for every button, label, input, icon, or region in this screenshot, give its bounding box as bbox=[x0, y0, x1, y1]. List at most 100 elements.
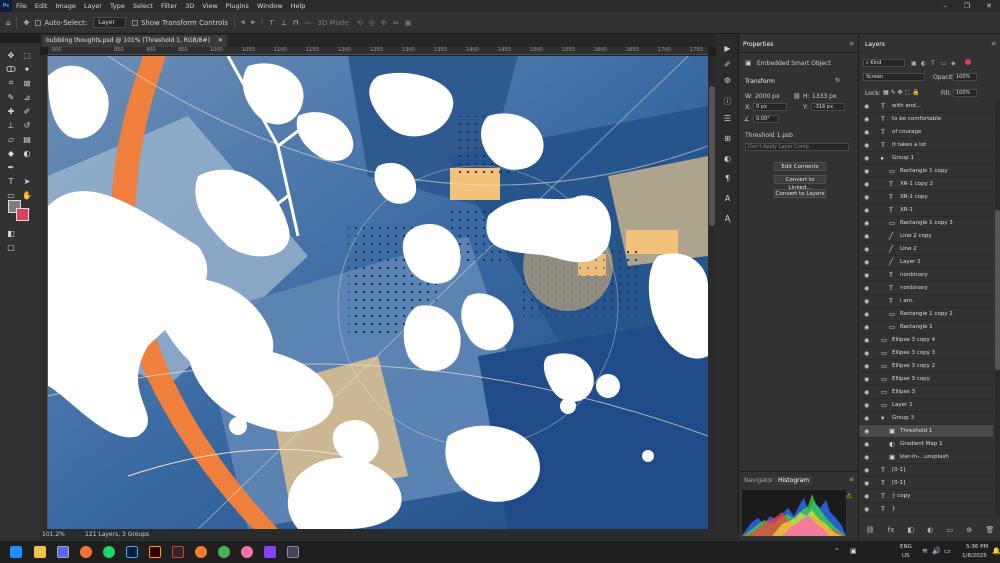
lasso-tool-icon[interactable]: ↀ bbox=[4, 63, 18, 75]
histogram-tab[interactable]: Histogram bbox=[775, 476, 813, 485]
volume-icon[interactable]: 🔊 bbox=[932, 547, 941, 555]
menu-help[interactable]: Help bbox=[287, 2, 310, 10]
layer-row[interactable]: ◉ Ti am. bbox=[859, 295, 993, 308]
add-mask-icon[interactable]: ◧ bbox=[907, 526, 914, 534]
artboard-tool-icon[interactable]: ⬚ bbox=[20, 49, 34, 61]
menu-filter[interactable]: Filter bbox=[157, 2, 181, 10]
filter-kind-select[interactable]: ⌕ Kind bbox=[863, 59, 905, 67]
firefox-icon[interactable] bbox=[80, 546, 92, 558]
layer-row[interactable]: ◉ Tit takes a lot bbox=[859, 139, 993, 152]
align-right-icon[interactable]: ⫶ bbox=[261, 18, 263, 27]
layer-row[interactable]: ◉ T [0-1] bbox=[859, 477, 993, 490]
edit-contents-button[interactable]: Edit Contents bbox=[774, 162, 826, 171]
magic-wand-icon[interactable]: ✦ bbox=[20, 63, 34, 75]
hand-tool-icon[interactable]: ✋ bbox=[20, 189, 34, 201]
layer-row[interactable]: ◉ T} bbox=[859, 503, 993, 516]
properties-tab[interactable]: Properties bbox=[743, 41, 773, 48]
layer-row[interactable]: ◉ Twith and... bbox=[859, 100, 993, 113]
menu-window[interactable]: Window bbox=[253, 2, 287, 10]
layer-row[interactable]: ◉ ◐ Gradient Map 1 bbox=[859, 438, 993, 451]
y-field[interactable]: -316 px bbox=[811, 103, 845, 111]
layer-row[interactable]: ◉ T XR-1 copy 2 bbox=[859, 178, 993, 191]
visibility-eye-icon[interactable]: ◉ bbox=[864, 415, 869, 422]
scroll-thumb[interactable] bbox=[995, 210, 1000, 370]
layer-row[interactable]: ◉ ▭ Ellipse 3 copy 3 bbox=[859, 347, 993, 360]
menu-type[interactable]: Type bbox=[106, 2, 129, 10]
tray-app-icon[interactable]: ▣ bbox=[850, 547, 857, 555]
more-options-icon[interactable]: ⋯ bbox=[304, 19, 311, 27]
layers-scrollbar[interactable] bbox=[995, 100, 1000, 516]
path-select-icon[interactable]: ➤ bbox=[20, 175, 34, 187]
wifi-icon[interactable]: ≋ bbox=[922, 547, 928, 555]
keyboard-layout[interactable]: US bbox=[902, 553, 910, 559]
filter-shape-icon[interactable]: ▭ bbox=[941, 60, 947, 67]
visibility-eye-icon[interactable]: ◉ bbox=[864, 350, 869, 357]
visibility-eye-icon[interactable]: ◉ bbox=[864, 207, 869, 214]
new-layer-icon[interactable]: ⊕ bbox=[966, 526, 972, 534]
visibility-eye-icon[interactable]: ◉ bbox=[864, 103, 869, 110]
layer-row[interactable]: ◉ ▭ Rectangle 1 bbox=[859, 321, 993, 334]
visibility-eye-icon[interactable]: ◉ bbox=[864, 454, 869, 461]
document-canvas[interactable] bbox=[48, 56, 708, 529]
pan-3d-icon[interactable]: ✣ bbox=[381, 19, 387, 27]
roll-3d-icon[interactable]: ◎ bbox=[369, 19, 375, 27]
layer-row[interactable]: ◉ Tnonbinary bbox=[859, 269, 993, 282]
eyedropper-icon[interactable]: ✎ bbox=[4, 91, 18, 103]
visibility-eye-icon[interactable]: ◉ bbox=[864, 129, 869, 136]
convert-to-linked-button[interactable]: Convert to Linked... bbox=[774, 175, 826, 191]
vertical-scrollbar[interactable] bbox=[708, 56, 716, 529]
quick-mask-icon[interactable]: ◧ bbox=[4, 227, 18, 239]
layer-comp-select[interactable]: Don't Apply Layer Comp bbox=[745, 143, 849, 151]
align-left-icon[interactable]: ⫷ bbox=[241, 18, 245, 27]
layer-row[interactable]: ◉ ▭ Ellipse 3 copy 4 bbox=[859, 334, 993, 347]
align-bottom-icon[interactable]: ⊓ bbox=[293, 19, 298, 27]
properties-icon[interactable]: ☰ bbox=[722, 114, 733, 125]
slide-3d-icon[interactable]: ⇔ bbox=[393, 19, 399, 27]
height-value[interactable]: 1333 px bbox=[812, 93, 837, 100]
zoom-level[interactable]: 101.2% bbox=[42, 531, 65, 538]
layer-row[interactable]: ◉ ╱ Line 2 bbox=[859, 243, 993, 256]
stocks-icon[interactable] bbox=[172, 546, 184, 558]
close-button[interactable]: ✕ bbox=[978, 0, 1000, 12]
chrome-icon[interactable] bbox=[218, 546, 230, 558]
menu-image[interactable]: Image bbox=[51, 2, 79, 10]
panel-menu-icon[interactable]: ≡ bbox=[849, 40, 854, 47]
layer-row[interactable]: ◉ ▭ Rectangle 1 copy 2 bbox=[859, 308, 993, 321]
layer-row[interactable]: ◉ T XR-1 bbox=[859, 204, 993, 217]
fx-icon[interactable]: fx bbox=[888, 526, 895, 534]
illustrator-icon[interactable] bbox=[149, 546, 161, 558]
move-tool-icon[interactable]: ✥ bbox=[23, 19, 29, 27]
layer-row[interactable]: ◉ ╱ Line 2 copy bbox=[859, 230, 993, 243]
visibility-eye-icon[interactable]: ◉ bbox=[864, 441, 869, 448]
visibility-eye-icon[interactable]: ◉ bbox=[864, 506, 869, 513]
orbit-3d-icon[interactable]: ⟲ bbox=[357, 19, 363, 27]
angle-field[interactable]: 0.00° bbox=[753, 115, 779, 123]
paragraph-icon[interactable]: ¶ bbox=[722, 174, 733, 185]
brush-settings-icon[interactable]: ✐ bbox=[722, 60, 733, 71]
visibility-eye-icon[interactable]: ◉ bbox=[864, 155, 869, 162]
filter-smart-icon[interactable]: ◈ bbox=[951, 60, 956, 67]
visibility-eye-icon[interactable]: ◉ bbox=[864, 220, 869, 227]
restore-button[interactable]: ❐ bbox=[956, 0, 978, 12]
gradient-tool-icon[interactable]: ▤ bbox=[20, 133, 34, 145]
layer-row[interactable]: ◉ ▭ Ellipse 3 bbox=[859, 386, 993, 399]
visibility-eye-icon[interactable]: ◉ bbox=[864, 285, 869, 292]
visibility-eye-icon[interactable]: ◉ bbox=[864, 181, 869, 188]
new-group-icon[interactable]: ▭ bbox=[947, 526, 954, 534]
layer-row[interactable]: ◉ ▣ kier-in-...unsplash bbox=[859, 451, 993, 464]
minimize-button[interactable]: – bbox=[934, 0, 956, 12]
visibility-eye-icon[interactable]: ◉ bbox=[864, 493, 869, 500]
visibility-eye-icon[interactable]: ◉ bbox=[864, 363, 869, 370]
background-color-swatch[interactable] bbox=[16, 208, 29, 221]
chevron-up-icon[interactable]: ⌃ bbox=[834, 547, 840, 555]
clock-time[interactable]: 5:36 PM bbox=[966, 544, 988, 550]
warning-icon[interactable]: ⚠ bbox=[846, 492, 852, 500]
camera-icon[interactable] bbox=[287, 546, 299, 558]
auto-select-dropdown[interactable]: Layer bbox=[93, 17, 126, 28]
filter-toggle[interactable] bbox=[965, 59, 971, 65]
new-adjustment-icon[interactable]: ◐ bbox=[927, 526, 933, 534]
reset-transform-icon[interactable]: ↻ bbox=[835, 77, 840, 84]
layer-row[interactable]: ◉ Tnonbinary bbox=[859, 282, 993, 295]
layer-row[interactable]: ◉ ▭ Rectangle 1 copy 3 bbox=[859, 217, 993, 230]
visibility-eye-icon[interactable]: ◉ bbox=[864, 467, 869, 474]
